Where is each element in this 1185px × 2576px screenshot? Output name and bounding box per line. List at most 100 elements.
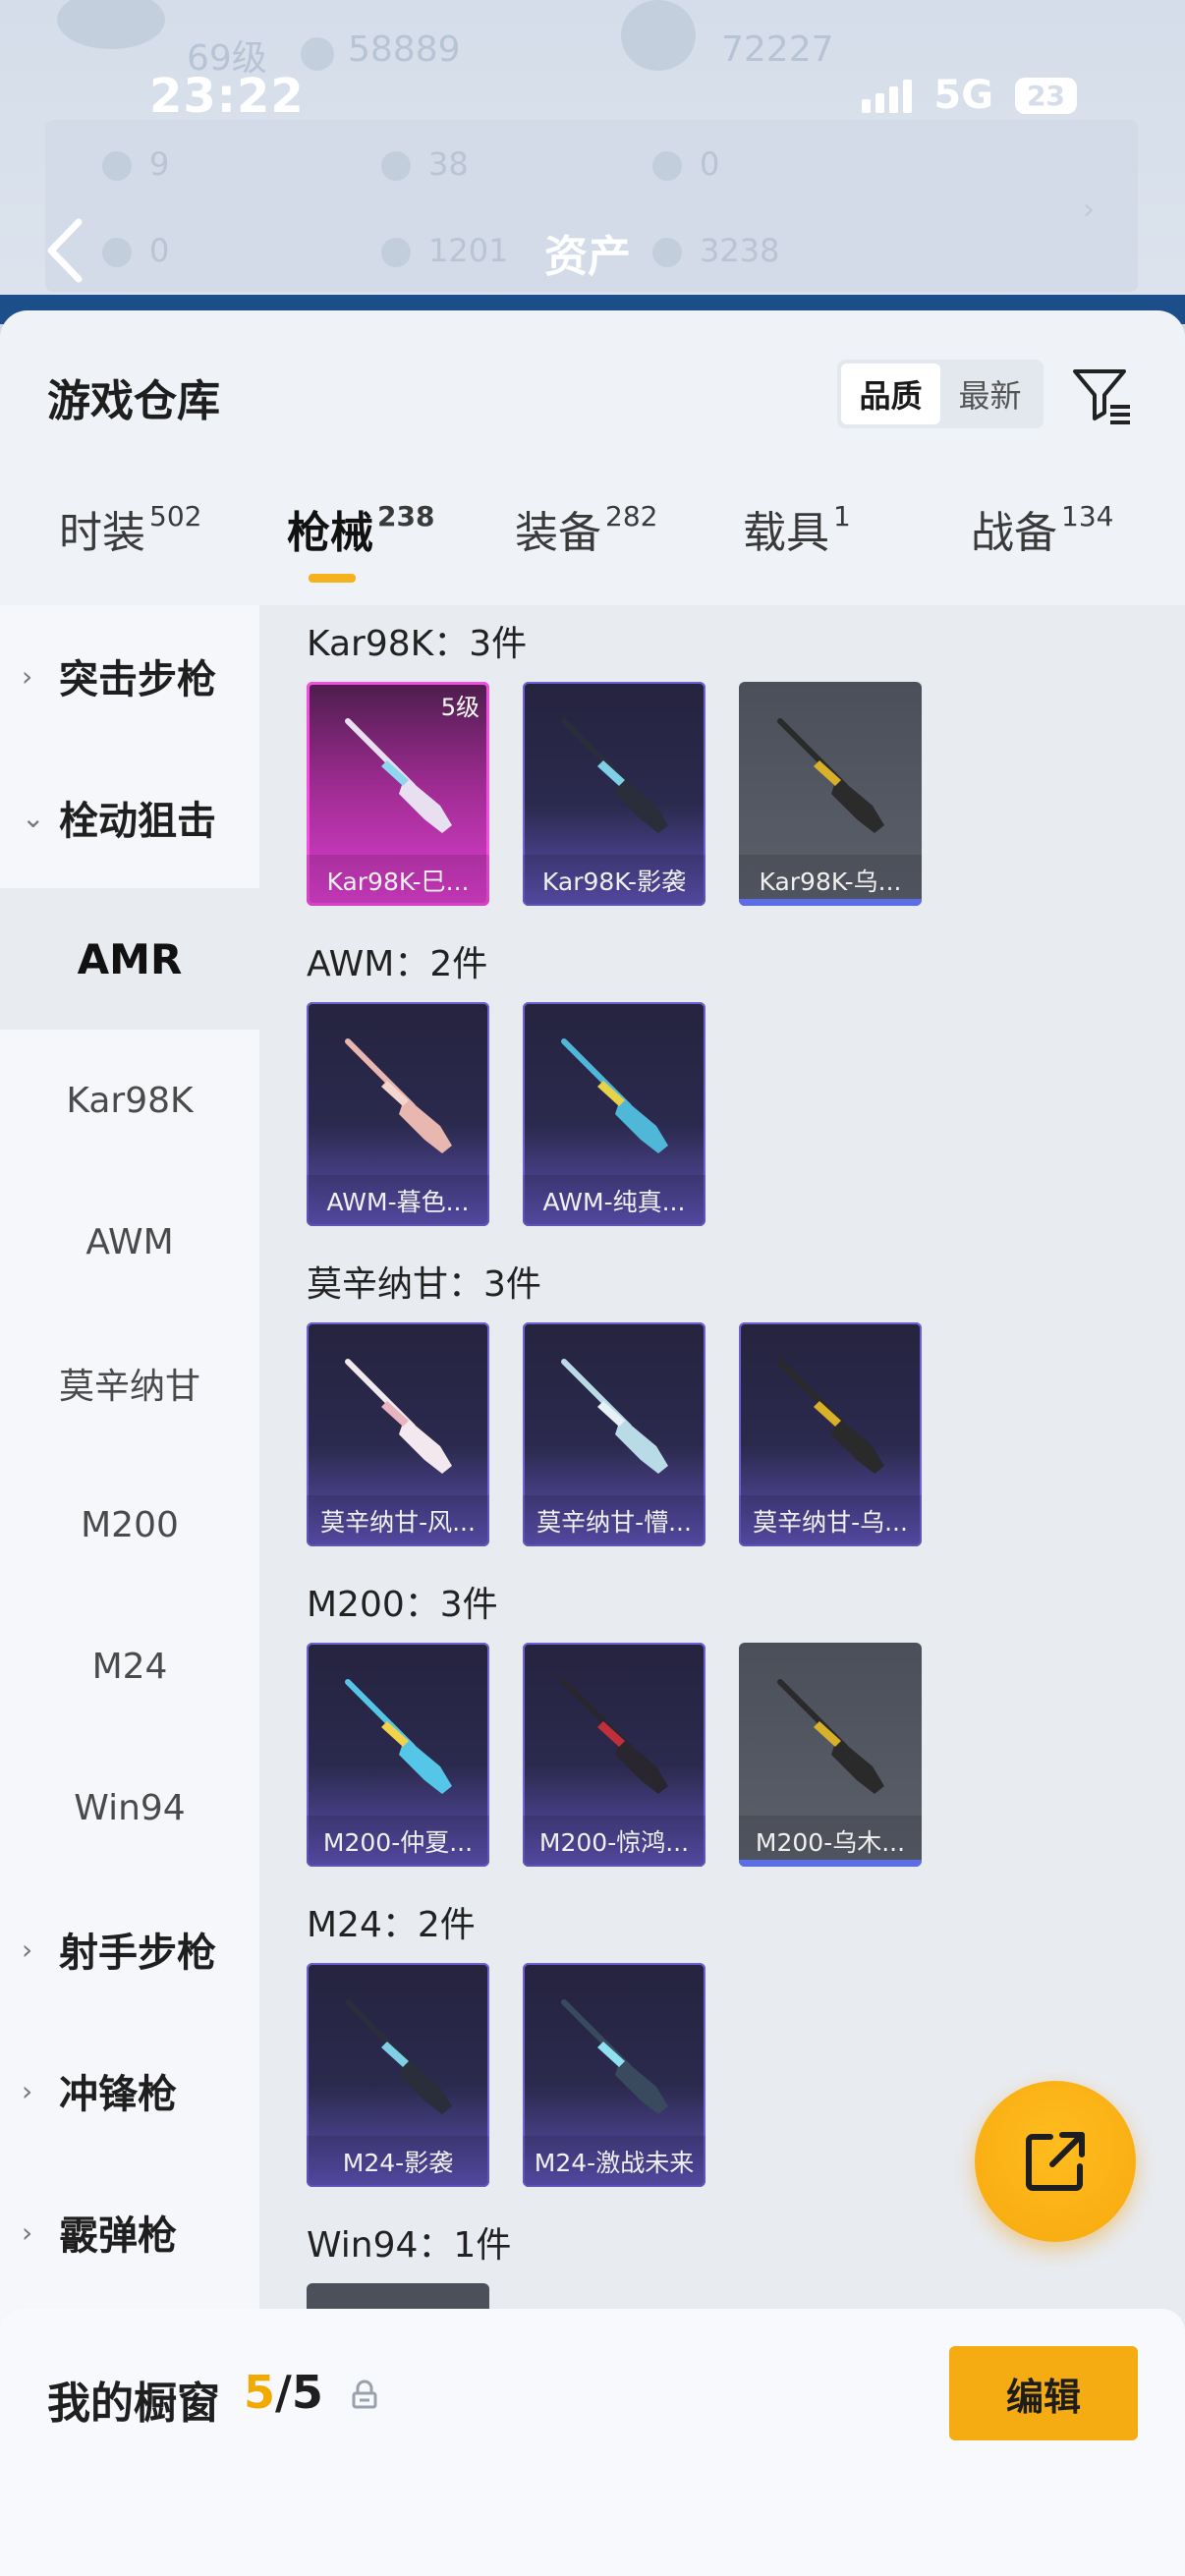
weapon-name: M200-乌木... [739,1816,922,1867]
sidebar-item-assault-rifles[interactable]: › 突击步枪 [0,605,259,747]
sidebar-item-smgs[interactable]: › 冲锋枪 [0,2020,259,2161]
tab-count: 1 [833,500,851,532]
stat-4: 0 [102,232,169,269]
page-title: 资产 [544,232,631,282]
coin-icon [301,37,334,71]
tab-label: 战备 [971,508,1057,558]
sidebar-item-label: 冲锋枪 [59,2072,177,2117]
sidebar-item-label: 霰弹枪 [59,2213,177,2259]
sidebar-item-m200[interactable]: M200 [0,1454,259,1596]
rifle-icon [777,718,884,833]
group-title: AWM：2件 [307,944,488,984]
sort-quality-button[interactable]: 品质 [841,364,940,424]
sidebar-item-bolt-snipers[interactable]: ⌄ 栓动狙击 [0,747,259,888]
showcase-current: 5 [244,2366,276,2419]
weapon-card[interactable]: Kar98K-乌... [739,682,922,906]
weapon-type-sidebar: › 突击步枪 ⌄ 栓动狙击 AMR Kar98K AWM 莫辛纳甘 M200 M24… [0,605,259,2576]
group-title: M24：2件 [307,1905,476,1945]
tab-label: 载具 [743,508,829,558]
tab-count: 238 [377,500,435,532]
weapon-card[interactable]: 莫辛纳甘-风... [307,1322,489,1546]
weapon-card[interactable]: Kar98K-影袭 [523,682,705,906]
battery-icon: 23 [1015,77,1077,114]
weapon-card[interactable]: M200-惊鸿... [523,1643,705,1867]
stat-value: 0 [149,232,170,269]
showcase-bar: 我的橱窗 5/5 编辑 [0,2309,1185,2576]
weapon-card[interactable]: M200-乌木... [739,1643,922,1867]
rifle-icon [345,1038,452,1153]
sidebar-item-label: 突击步枪 [59,657,216,702]
tab-gear[interactable]: 战备 134 [971,497,1113,560]
stat-6: 3238 [652,232,779,269]
weapon-card[interactable]: 莫辛纳甘-乌... [739,1322,922,1546]
emblem-icon [621,0,696,71]
avatar-icon [57,0,165,49]
stat-value: 0 [700,145,720,183]
stat-value: 3238 [700,232,780,269]
group-title: M200：3件 [307,1585,498,1625]
weapon-name: AWM-纯真... [523,1175,705,1226]
weapon-name: M24-影袭 [307,2136,489,2187]
weapon-name: Kar98K-影袭 [523,855,705,906]
status-time: 23:22 [149,69,305,124]
stat-5: 1201 [381,232,508,269]
sidebar-item-marksman-rifles[interactable]: › 射手步枪 [0,1878,259,2020]
edit-button[interactable]: 编辑 [949,2346,1138,2440]
tab-guns[interactable]: 枪械 238 [287,497,434,560]
tab-count: 134 [1061,500,1114,532]
status-indicators: 5G 23 [862,73,1077,118]
sidebar-item-kar98k[interactable]: Kar98K [0,1030,259,1171]
sort-toggle: 品质 最新 [837,360,1044,428]
rifle-icon [561,1999,668,2114]
weapon-name: M200-惊鸿... [523,1816,705,1867]
sidebar-item-label: 栓动狙击 [59,799,216,844]
stat-2: 38 [381,145,469,183]
sidebar-item-shotguns[interactable]: › 霰弹枪 [0,2161,259,2303]
weapon-card[interactable]: 莫辛纳甘-懵... [523,1322,705,1546]
weapon-card[interactable]: M200-仲夏... [307,1643,489,1867]
warehouse-sheet: 游戏仓库 品质 最新 时装 502 枪械 238 装备 282 载具 1 战备 134 ›… [0,310,1185,2576]
chevron-right-icon[interactable]: › [1083,193,1095,227]
stat-3: 0 [652,145,719,183]
tab-count: 282 [605,500,658,532]
back-arrow-icon[interactable] [45,216,85,285]
tab-equipment[interactable]: 装备 282 [515,497,657,560]
share-icon [1026,2132,1085,2191]
weapon-card[interactable]: M24-影袭 [307,1963,489,2187]
chevron-right-icon: › [22,2074,33,2107]
weapon-card[interactable]: AWM-纯真... [523,1002,705,1226]
sort-newest-button[interactable]: 最新 [940,364,1040,424]
sidebar-item-m24[interactable]: M24 [0,1596,259,1737]
chevron-right-icon: › [22,1932,33,1966]
stat-icon [652,238,682,267]
weapon-card[interactable]: 5级 Kar98K-巳... [307,682,489,906]
weapon-card[interactable]: AWM-暮色... [307,1002,489,1226]
showcase-title: 我的橱窗 [47,2379,220,2429]
faded-other: 72227 [721,29,834,70]
rifle-icon [345,1999,452,2114]
stat-icon [102,151,132,181]
sidebar-item-win94[interactable]: Win94 [0,1737,259,1878]
stat-value: 1201 [428,232,509,269]
showcase-total: 5 [291,2366,323,2419]
sidebar-item-amr[interactable]: AMR [0,888,259,1030]
weapon-card[interactable]: M24-激战未来 [523,1963,705,2187]
sidebar-item-mosin[interactable]: 莫辛纳甘 [0,1313,259,1454]
stat-icon [652,151,682,181]
active-tab-indicator [309,574,356,583]
rifle-icon [345,718,452,833]
tab-fashion[interactable]: 时装 502 [59,497,201,560]
weapon-grid: Kar98K：3件 5级 Kar98K-巳... Kar98K-影袭 Kar98K-乌.… [259,605,1185,2576]
rifle-icon [561,1038,668,1153]
tab-vehicles[interactable]: 载具 1 [743,497,851,560]
stat-icon [102,238,132,267]
sidebar-item-awm[interactable]: AWM [0,1171,259,1313]
tab-label: 装备 [515,508,601,558]
warehouse-title: 游戏仓库 [47,376,220,426]
share-button[interactable] [975,2081,1136,2242]
sidebar-item-label: 射手步枪 [59,1931,216,1976]
filter-icon[interactable] [1071,364,1134,426]
weapon-name: M24-激战未来 [523,2136,705,2187]
rifle-icon [561,1359,668,1474]
tab-count: 502 [149,500,202,532]
